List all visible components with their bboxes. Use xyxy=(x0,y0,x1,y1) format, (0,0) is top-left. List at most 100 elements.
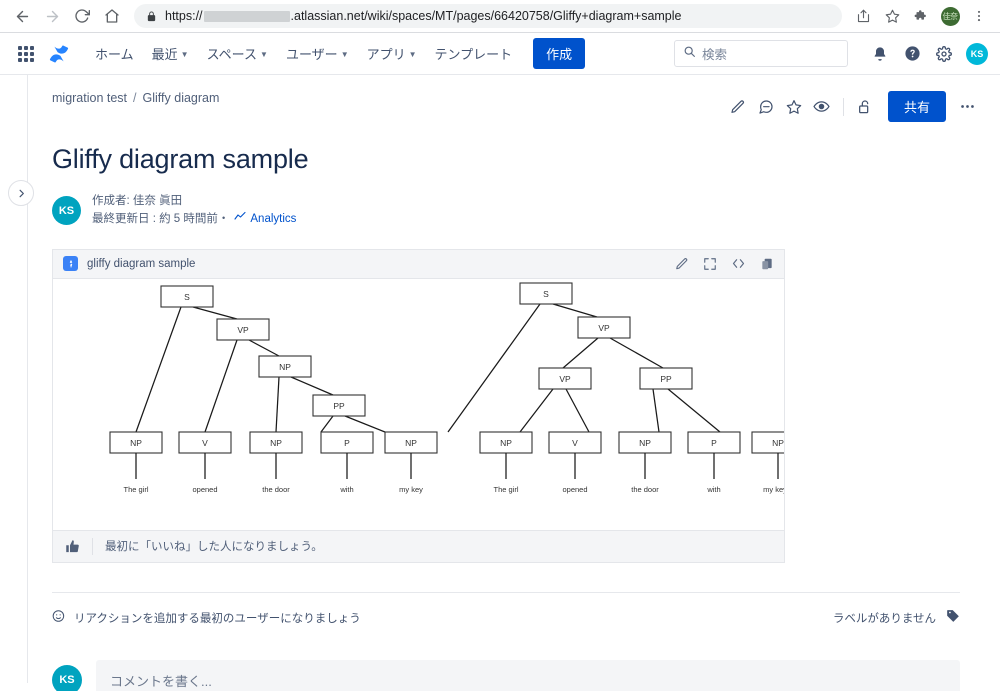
browser-profile-initials: 佳奈 xyxy=(940,6,960,26)
puzzle-piece-icon[interactable] xyxy=(908,3,934,29)
reload-icon[interactable] xyxy=(68,2,96,30)
add-reaction-icon[interactable] xyxy=(52,609,66,628)
svg-text:The girl: The girl xyxy=(123,485,148,494)
nav-item-people[interactable]: ユーザー ▼ xyxy=(277,38,358,69)
nav-item-templates[interactable]: テンプレート xyxy=(426,38,522,69)
svg-text:VP: VP xyxy=(237,325,249,335)
unlock-icon[interactable] xyxy=(852,94,878,120)
view-source-icon[interactable] xyxy=(731,256,746,271)
gear-icon[interactable] xyxy=(930,40,958,68)
avatar[interactable]: KS xyxy=(52,665,82,691)
edit-diagram-icon[interactable] xyxy=(675,257,689,271)
breadcrumb-parent[interactable]: Gliffy diagram xyxy=(143,91,220,105)
url-suffix: .atlassian.net/wiki/spaces/MT/pages/6642… xyxy=(290,9,682,23)
page-content: migration test / Gliffy diagram 共有 Gliff… xyxy=(52,75,980,691)
node-S[interactable]: S xyxy=(519,282,573,305)
add-reaction-group[interactable]: リアクションを追加する最初のユーザーになりましょう xyxy=(52,609,361,628)
node-PP[interactable]: PP xyxy=(312,394,366,417)
gliffy-diagram-canvas[interactable]: S VP NP PP NP V NP P NP The girl opened … xyxy=(53,278,784,530)
comment-input[interactable]: コメントを書く... xyxy=(96,659,960,691)
chevron-down-icon: ▼ xyxy=(260,49,268,59)
svg-text:V: V xyxy=(572,438,578,448)
three-dots-vertical-icon[interactable] xyxy=(966,3,992,29)
home-icon[interactable] xyxy=(98,2,126,30)
back-icon[interactable] xyxy=(8,2,36,30)
nav-item-home[interactable]: ホーム xyxy=(86,38,143,69)
nav-item-apps[interactable]: アプリ ▼ xyxy=(358,38,426,69)
byline-author: 作成者: 佳奈 眞田 xyxy=(92,195,183,207)
tag-icon[interactable] xyxy=(946,609,960,628)
create-button[interactable]: 作成 xyxy=(533,38,586,69)
node-VP[interactable]: VP xyxy=(216,318,270,341)
macro-toolbar xyxy=(675,256,774,271)
url-redacted-block xyxy=(203,10,290,22)
node-PP[interactable]: PP xyxy=(639,367,693,390)
labels-group[interactable]: ラベルがありません xyxy=(833,609,960,628)
chevron-down-icon: ▼ xyxy=(180,49,189,59)
nav-right-group: 検索 KS xyxy=(674,40,988,68)
svg-text:NP: NP xyxy=(405,438,417,448)
footer-divider xyxy=(92,537,93,555)
node-NP-leaf-1[interactable]: NP xyxy=(109,431,163,454)
chart-line-icon xyxy=(234,211,246,229)
nav-left-group: ホーム 最近 ▼ スペース ▼ ユーザー ▼ アプリ ▼ テンプレート 作成 xyxy=(14,38,586,69)
comment-icon[interactable] xyxy=(753,94,779,120)
eye-icon[interactable] xyxy=(809,94,835,120)
address-bar[interactable]: https:// .atlassian.net/wiki/spaces/MT/pa… xyxy=(134,4,842,28)
labels-text: ラベルがありません xyxy=(832,613,936,626)
star-icon[interactable] xyxy=(781,94,807,120)
nav-item-recent[interactable]: 最近 ▼ xyxy=(143,38,198,69)
gliffy-logo-icon xyxy=(63,256,78,272)
expand-sidebar-button[interactable] xyxy=(8,180,34,206)
confluence-top-nav: ホーム 最近 ▼ スペース ▼ ユーザー ▼ アプリ ▼ テンプレート 作成 検… xyxy=(0,33,1000,74)
browser-profile-avatar[interactable]: 佳奈 xyxy=(937,3,963,29)
node-NP1[interactable]: NP xyxy=(258,355,312,378)
node-S[interactable]: S xyxy=(160,285,214,308)
svg-text:P: P xyxy=(711,438,717,448)
node-V-leaf[interactable]: V xyxy=(178,431,232,454)
forward-icon[interactable] xyxy=(38,2,66,30)
search-input[interactable]: 検索 xyxy=(674,40,848,67)
star-icon[interactable] xyxy=(879,3,905,29)
breadcrumb-space[interactable]: migration test xyxy=(52,91,127,105)
user-avatar[interactable]: KS xyxy=(966,42,988,65)
node-P-leaf[interactable]: P xyxy=(687,431,741,454)
analytics-label: Analytics xyxy=(250,212,297,225)
analytics-link[interactable]: Analytics xyxy=(234,211,296,229)
node-V-leaf[interactable]: V xyxy=(548,431,602,454)
svg-text:VP: VP xyxy=(559,374,571,384)
node-NP-leaf-2[interactable]: NP xyxy=(249,431,303,454)
node-NP-leaf-3[interactable]: NP xyxy=(751,431,784,454)
grid-apps-icon[interactable] xyxy=(14,42,38,66)
node-NP-leaf-1[interactable]: NP xyxy=(479,431,533,454)
copy-icon[interactable] xyxy=(760,257,774,271)
ellipsis-icon[interactable] xyxy=(954,94,980,120)
nav-item-spaces[interactable]: スペース ▼ xyxy=(198,38,277,69)
node-NP-leaf-3[interactable]: NP xyxy=(384,431,438,454)
svg-text:my key: my key xyxy=(399,485,423,494)
gliffy-macro: gliffy diagram sample S VP NP PP NP V NP… xyxy=(52,248,785,563)
node-VP-inner[interactable]: VP xyxy=(538,367,592,390)
bell-icon[interactable] xyxy=(866,40,894,68)
page-byline: KS 作成者: 佳奈 眞田 最終更新日 : 約 5 時間前・ Analytics xyxy=(52,193,980,229)
question-circle-icon[interactable] xyxy=(898,40,926,68)
chevron-down-icon: ▼ xyxy=(340,49,349,59)
thumbs-up-icon[interactable] xyxy=(65,539,80,554)
svg-text:the door: the door xyxy=(262,485,290,494)
fullscreen-icon[interactable] xyxy=(703,257,717,271)
confluence-logo-icon[interactable] xyxy=(46,41,72,67)
chevron-down-icon: ▼ xyxy=(408,49,417,59)
url-prefix: https:// xyxy=(165,9,203,23)
search-placeholder: 検索 xyxy=(702,48,728,62)
svg-text:my key: my key xyxy=(763,485,784,494)
node-P-leaf[interactable]: P xyxy=(320,431,374,454)
avatar[interactable]: KS xyxy=(52,196,81,226)
browser-toolbar: https:// .atlassian.net/wiki/spaces/MT/pa… xyxy=(0,0,1000,32)
pencil-icon[interactable] xyxy=(725,94,751,120)
share-page-icon[interactable] xyxy=(850,3,876,29)
node-NP-leaf-2[interactable]: NP xyxy=(618,431,672,454)
macro-header: gliffy diagram sample xyxy=(53,249,784,279)
svg-text:NP: NP xyxy=(270,438,282,448)
share-button[interactable]: 共有 xyxy=(887,91,946,122)
node-VP-top[interactable]: VP xyxy=(577,316,631,339)
